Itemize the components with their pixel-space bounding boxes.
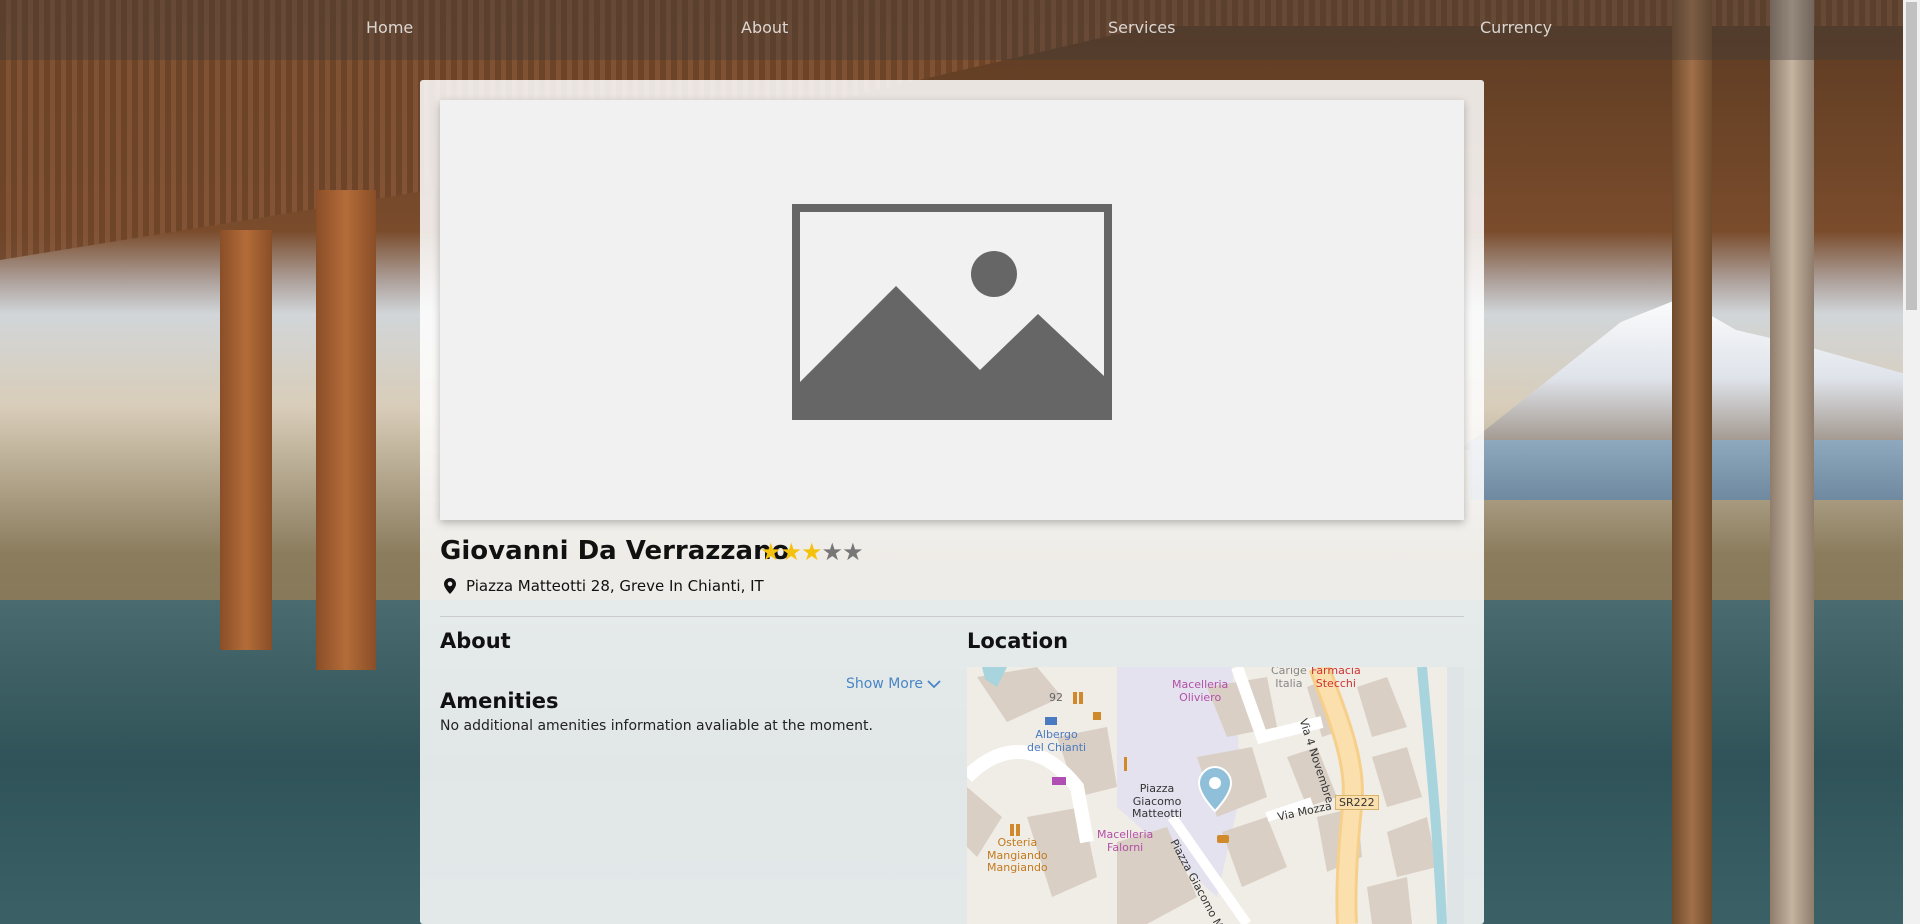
about-heading: About (440, 629, 511, 653)
amenities-heading: Amenities (440, 689, 559, 713)
map-label-92: 92 (1049, 691, 1063, 704)
page-scrollbar[interactable] (1903, 0, 1920, 924)
map-label-oliviero: Macelleria Oliviero (1172, 678, 1229, 704)
star-filled-icon: ★ (780, 538, 802, 566)
address-text: Piazza Matteotti 28, Greve In Chianti, I… (466, 577, 764, 595)
image-placeholder-icon (792, 204, 1112, 420)
hotel-image-placeholder (440, 100, 1464, 520)
background-pillar (1770, 0, 1814, 924)
location-pin-icon (444, 578, 456, 594)
map-label-piazza: Piazza Giacomo Matteotti (1132, 782, 1183, 821)
top-navigation: Home About Services Currency (0, 0, 1920, 60)
nav-about[interactable]: About (741, 18, 788, 37)
show-more-button[interactable]: Show More (846, 676, 941, 692)
location-heading: Location (967, 629, 1069, 653)
hotel-card: Giovanni Da Verrazzano ★★★★★ Piazza Matt… (420, 80, 1484, 924)
map-label-stecchi: Farmacia Stecchi (1311, 667, 1361, 690)
star-empty-icon: ★ (821, 538, 843, 566)
star-filled-icon: ★ (760, 538, 781, 566)
hotel-name: Giovanni Da Verrazzano (440, 536, 790, 566)
map-label-albergo: Albergo del Chianti (1027, 728, 1087, 754)
hotel-address: Piazza Matteotti 28, Greve In Chianti, I… (444, 577, 764, 595)
scrollbar-thumb[interactable] (1906, 2, 1917, 310)
section-divider (440, 616, 1464, 617)
background-pillar (316, 190, 376, 670)
show-more-label: Show More (846, 676, 923, 692)
background-pillar (220, 230, 272, 650)
background-pillar (1672, 0, 1712, 924)
map-label-falorni: Macelleria Falorni (1097, 828, 1154, 854)
map-road-sr222: SR222 (1335, 795, 1379, 810)
nav-currency[interactable]: Currency (1480, 18, 1552, 37)
star-rating: ★★★★★ (760, 538, 864, 566)
location-map[interactable]: Macelleria Oliviero Carige Italia Farmac… (967, 667, 1464, 924)
nav-home[interactable]: Home (366, 18, 413, 37)
map-base (967, 667, 1464, 924)
chevron-down-icon (927, 680, 941, 689)
nav-services[interactable]: Services (1108, 18, 1175, 37)
map-label-osteria: Osteria Mangiando Mangiando (987, 836, 1048, 875)
star-filled-icon: ★ (801, 538, 822, 566)
star-empty-icon: ★ (842, 538, 863, 566)
map-label-italia: Carige Italia (1271, 667, 1307, 690)
amenities-text: No additional amenities information aval… (440, 718, 873, 734)
